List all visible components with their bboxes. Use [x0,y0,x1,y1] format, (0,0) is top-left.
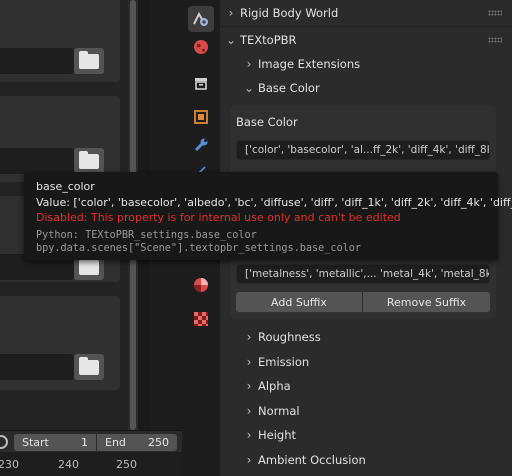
tab-object[interactable] [188,104,214,130]
object-icon [194,110,208,124]
browse-folder-button[interactable] [74,354,104,380]
subpanel-normal[interactable]: › Normal [240,399,500,423]
frame-start-label: Start [22,436,49,449]
add-suffix-button[interactable]: Add Suffix [236,292,362,312]
chevron-right-icon: › [246,330,252,344]
world-icon [194,40,208,54]
chevron-right-icon: › [246,428,252,442]
subpanel-height[interactable]: › Height [240,423,500,447]
subpanel-alpha[interactable]: › Alpha [240,374,500,398]
frame-number: 250 [116,458,137,471]
browse-folder-button[interactable] [74,48,104,74]
subpanel-emission[interactable]: › Emission [240,350,500,374]
tooltip-disabled-message: Disabled: This property is for internal … [36,211,401,224]
tooltip-title: base_color [36,180,95,193]
subpanel-title: Emission [258,355,310,369]
subpanel-title: Image Extensions [258,57,361,71]
chevron-down-icon: ⌄ [225,33,237,47]
clock-icon[interactable] [0,435,8,449]
subpanel-title: Normal [258,404,300,418]
tab-collection[interactable] [188,70,214,96]
path-card [0,296,120,390]
folder-icon [79,256,99,275]
chevron-right-icon: › [246,453,252,467]
chevron-down-icon: ⌄ [243,81,255,95]
frame-end-field[interactable]: End 250 [97,434,177,451]
frame-end-label: End [105,436,126,449]
subpanel-title: Alpha [258,379,291,393]
chevron-right-icon: › [228,6,234,20]
browse-folder-button[interactable] [74,148,104,174]
folder-icon [79,50,99,69]
panel-title: Rigid Body World [240,6,339,20]
metallic-suffix-list[interactable]: ['metalness', 'metallic',... 'metal_4k',… [236,264,490,284]
subpanel-base-color[interactable]: ⌄ Base Color [240,76,500,100]
texture-icon [194,312,208,326]
tooltip-python-data-path: bpy.data.scenes["Scene"].textopbr_settin… [36,243,362,254]
folder-icon [79,356,99,375]
path-field[interactable] [0,48,74,74]
material-icon [194,278,208,292]
tab-world[interactable] [188,34,214,60]
panel-title: TEXtoPBR [240,33,297,47]
subpanel-title: Base Color [258,81,320,95]
frame-end-value: 250 [148,436,169,449]
subpanel-image-extensions[interactable]: › Image Extensions [240,52,500,76]
folder-icon [79,150,99,169]
subpanel-title: Height [258,428,297,442]
frame-start-value: 1 [81,436,88,449]
chevron-right-icon: › [246,355,252,369]
frame-ruler[interactable]: 230 240 250 [0,452,182,476]
subpanel-roughness[interactable]: › Roughness [240,325,500,349]
tab-material[interactable] [188,272,214,298]
remove-suffix-button[interactable]: Remove Suffix [363,292,490,312]
panel-textopbr[interactable]: ⌄ TEXtoPBR [222,28,506,52]
subpanel-title: Roughness [258,330,321,344]
subpanel-ambient-occlusion[interactable]: › Ambient Occlusion [240,448,500,472]
tooltip-value: Value: ['color', 'basecolor', 'albedo', … [36,196,512,209]
tab-texture[interactable] [188,306,214,332]
physics-scene-icon [193,11,208,26]
path-card [0,0,120,82]
chevron-right-icon: › [246,379,252,393]
frame-number: 230 [0,458,19,471]
drag-grip-icon[interactable] [488,10,502,16]
subpanel-title: Ambient Occlusion [258,453,366,467]
frame-start-field[interactable]: Start 1 [14,434,96,451]
tab-modifiers[interactable] [188,132,214,158]
tooltip-python-path: Python: TEXtoPBR_settings.base_color [36,230,257,241]
path-field[interactable] [0,148,74,174]
path-card [0,96,120,182]
collection-icon [195,78,207,90]
tab-scene-physics[interactable] [188,6,214,32]
chevron-right-icon: › [246,57,252,71]
path-field[interactable] [0,354,74,380]
panel-rigid-body-world[interactable]: › Rigid Body World [222,1,506,25]
chevron-right-icon: › [246,404,252,418]
timeline-header: Start 1 End 250 [0,430,182,452]
frame-number: 240 [58,458,79,471]
base-color-label: Base Color [236,115,298,129]
drag-grip-icon[interactable] [488,37,502,43]
base-color-suffix-list[interactable]: ['color', 'basecolor', 'al...ff_2k', 'di… [236,140,490,160]
property-tooltip: base_color Value: ['color', 'basecolor',… [24,172,512,260]
modifier-wrench-icon [194,138,208,152]
